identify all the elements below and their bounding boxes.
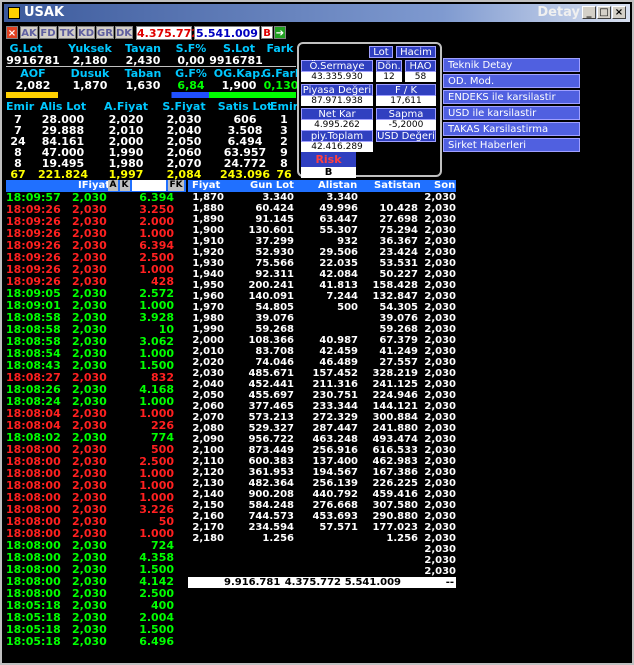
info-panel: Lot Hacim Ö.Sermaye 43.335.930 Dön. 12 H… xyxy=(297,42,442,181)
val-dusuk: 1,870 xyxy=(72,79,108,92)
menu-takas-karsilastirma[interactable]: TAKAS Karsilastirma xyxy=(443,122,580,136)
stock-window: USAK Detay _ □ × × AK FD TK KD GR DK 4.3… xyxy=(0,0,634,665)
price-hdr-satistan: Satistan xyxy=(374,180,421,191)
tb-kd[interactable]: KD xyxy=(77,26,95,39)
trade-row: 18:05:18 2,030 6.496 xyxy=(6,636,186,648)
filter-a-button[interactable]: A xyxy=(108,180,118,191)
val-ogkap: 1,900 xyxy=(221,79,257,92)
tb-ak[interactable]: AK xyxy=(20,26,38,39)
buy-volume-value: 4.375.772 xyxy=(136,26,199,40)
price-totals: 9.916.781 4.375.772 5.541.009 -- xyxy=(188,577,456,588)
val-gf: 6,84 xyxy=(177,79,205,92)
label-osermaye: Ö.Sermaye xyxy=(301,60,373,72)
label-fk: F / K xyxy=(376,84,436,96)
depth-header: Emir Alis Lot A.Fiyat S.Fiyat Satis Lot … xyxy=(6,100,299,113)
tb-fd[interactable]: FD xyxy=(39,26,57,39)
total-son: -- xyxy=(445,577,454,588)
price-hdr-fiyat: Fiyat xyxy=(192,180,221,191)
label-net-kar: Net Kar xyxy=(301,108,373,120)
price-header: Fiyat Gun Lot Alistan Satistan Son xyxy=(188,180,456,192)
summary-values-2: 2,082 1,870 1,630 6,84 1,900 0,130 xyxy=(6,79,298,92)
close-button[interactable]: × xyxy=(612,6,626,19)
trade-price: 2,030 xyxy=(72,635,107,648)
val-taban: 1,630 xyxy=(125,79,161,92)
depth-hdr-emir-buy: Emir xyxy=(6,100,35,113)
fk-button[interactable]: FK xyxy=(168,180,184,191)
val-aof: 2,082 xyxy=(15,79,51,92)
filter-input[interactable] xyxy=(132,180,166,191)
lot-button[interactable]: Lot xyxy=(369,46,393,58)
tb-dk[interactable]: DK xyxy=(115,26,133,39)
value-piyasa-degeri: 87.971.938 xyxy=(301,96,373,106)
depth-hdr-alis-lot: Alis Lot xyxy=(39,100,87,113)
depth-hdr-satis-lot: Satis Lot xyxy=(217,100,273,113)
total-satistan: 5.541.009 xyxy=(344,577,401,588)
total-alistan: 4.375.772 xyxy=(284,577,341,588)
price-hdr-alistan: Alistan xyxy=(318,180,358,191)
value-hao: 58 xyxy=(405,72,436,82)
value-don: 12 xyxy=(376,72,402,82)
trade-quantity: 6.496 xyxy=(139,635,174,648)
sell-volume-value: 5.541.009 xyxy=(194,26,260,40)
value-net-kar: 4.995.262 xyxy=(301,120,373,130)
value-osermaye: 43.335.930 xyxy=(301,72,373,82)
risk-kodu-value: B xyxy=(301,167,356,178)
risk-kodu-label: Risk Kodu xyxy=(301,152,356,181)
maximize-button[interactable]: □ xyxy=(597,6,611,19)
filter-k-button[interactable]: K xyxy=(120,180,130,191)
depth-hdr-afiyat: A.Fiyat xyxy=(103,100,149,113)
label-piyasa-degeri: Piyasa Değeri xyxy=(301,84,373,96)
val-gfark: 0,130 xyxy=(263,79,299,92)
value-fk: 17,611 xyxy=(376,96,436,106)
label-sapma: Sapma xyxy=(376,108,436,120)
trade-time: 18:05:18 xyxy=(6,635,61,648)
value-sapma: -5,2000 xyxy=(376,120,436,130)
price-hdr-son: Son xyxy=(434,180,456,191)
tb-gr[interactable]: GR xyxy=(96,26,114,39)
label-hao: HAO xyxy=(405,60,436,72)
menu-od-mod[interactable]: OD. Mod. xyxy=(443,74,580,88)
total-gun-lot: 9.916.781 xyxy=(224,577,281,588)
depth-hdr-sfiyat: S.Fiyat xyxy=(162,100,206,113)
range-bar xyxy=(6,92,296,98)
menu-sirket-haberleri[interactable]: Sirket Haberleri xyxy=(443,138,580,152)
trades-hdr-fiyat: IFiyat xyxy=(78,180,111,191)
menu-teknik-detay[interactable]: Teknik Detay xyxy=(443,58,580,72)
title-bar[interactable]: USAK Detay _ □ × xyxy=(4,4,630,22)
price-hdr-gun-lot: Gun Lot xyxy=(250,180,294,191)
usd-degeri-button[interactable]: USD Değeri xyxy=(376,130,436,142)
label-don: Dön. xyxy=(376,60,402,72)
value-piy-toplam-lot: 42.416.289 xyxy=(301,142,373,152)
label-piy-toplam-lot: piy.Toplam Lot xyxy=(301,130,373,154)
b-indicator[interactable]: B xyxy=(261,26,273,39)
toolbar: × AK FD TK KD GR DK 4.375.772 5.541.009 … xyxy=(6,26,300,40)
minimize-button[interactable]: _ xyxy=(582,6,596,19)
tb-tk[interactable]: TK xyxy=(58,26,76,39)
window-title: USAK xyxy=(24,5,65,20)
close-icon[interactable]: × xyxy=(6,26,18,39)
detail-label: Detay xyxy=(537,5,580,20)
menu-usd-karsilastir[interactable]: USD ile karsilastir xyxy=(443,106,580,120)
arrow-right-icon[interactable]: ➔ xyxy=(274,26,286,39)
hacim-button[interactable]: Hacim xyxy=(396,46,436,58)
app-icon xyxy=(8,7,20,19)
depth-hdr-emir-sell: Emir xyxy=(270,100,299,113)
menu-endeks-karsilastir[interactable]: ENDEKS ile karsilastir xyxy=(443,90,580,104)
